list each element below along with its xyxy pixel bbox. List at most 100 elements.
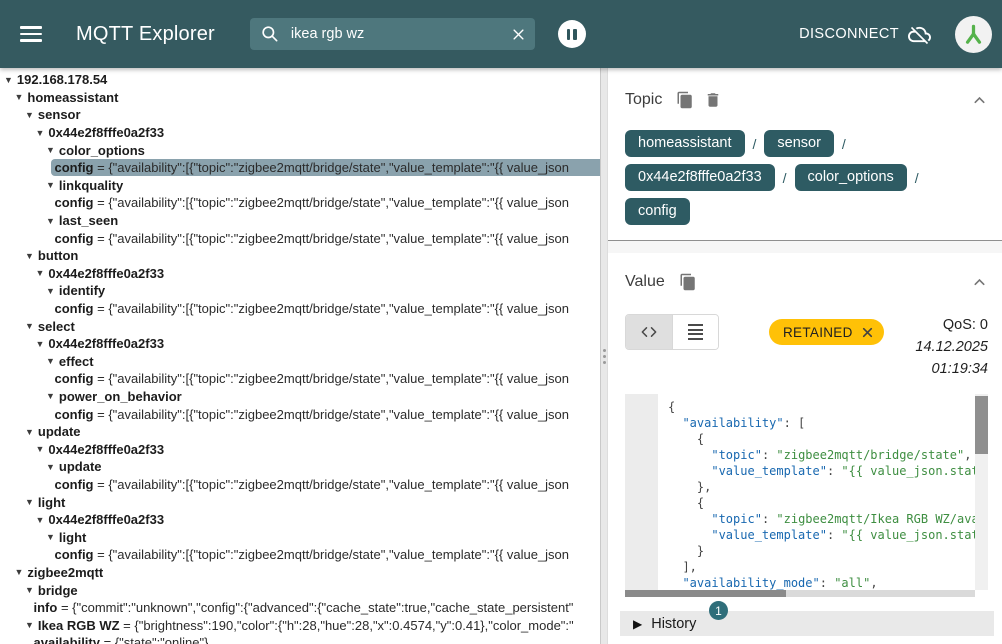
- topic-segment-chip[interactable]: color_options: [795, 164, 907, 191]
- collapse-triangle-icon[interactable]: ▼: [36, 444, 45, 454]
- horizontal-scrollbar[interactable]: [625, 590, 975, 597]
- tree-node-value: {"state":"online"}: [115, 635, 209, 644]
- collapse-triangle-icon[interactable]: ▼: [25, 110, 34, 120]
- equals-separator: =: [120, 618, 135, 633]
- tree-node-label: config: [55, 231, 94, 246]
- collapse-triangle-icon[interactable]: ▼: [46, 286, 55, 296]
- tree-row[interactable]: config = {"availability":[{"topic":"zigb…: [0, 159, 600, 177]
- code-content: { "availability": [ { "topic": "zigbee2m…: [658, 394, 975, 590]
- tree-row[interactable]: availability = {"state":"online"}: [0, 634, 600, 644]
- tree-node-value: {"commit":"unknown","config":{"advanced"…: [72, 600, 573, 615]
- breadcrumb-separator: /: [753, 136, 757, 152]
- search-input[interactable]: [291, 26, 511, 42]
- remove-retained-icon[interactable]: [861, 326, 874, 339]
- vertical-scrollbar-thumb[interactable]: [975, 396, 988, 454]
- tree-row[interactable]: ▼0x44e2f8fffe0a2f33: [0, 440, 600, 458]
- topic-segment-chip[interactable]: sensor: [764, 130, 834, 157]
- tree-row[interactable]: config = {"availability":[{"topic":"zigb…: [0, 194, 600, 212]
- collapse-triangle-icon[interactable]: ▼: [46, 356, 55, 366]
- collapse-triangle-icon[interactable]: ▼: [25, 620, 34, 630]
- tree-row[interactable]: ▼0x44e2f8fffe0a2f33: [0, 124, 600, 142]
- code-line: "availability_mode": "all",: [668, 575, 975, 590]
- vertical-scrollbar[interactable]: [975, 394, 988, 590]
- tree-row[interactable]: config = {"availability":[{"topic":"zigb…: [0, 476, 600, 494]
- collapse-triangle-icon[interactable]: ▼: [25, 321, 34, 331]
- topic-section: Topic: [608, 68, 1002, 240]
- pause-button[interactable]: [558, 20, 586, 48]
- tree-node-value: {"availability":[{"topic":"zigbee2mqtt/b…: [108, 301, 569, 316]
- tree-node-label: config: [55, 477, 94, 492]
- tree-row[interactable]: ▼update: [0, 423, 600, 441]
- tree-row[interactable]: ▼zigbee2mqtt: [0, 564, 600, 582]
- horizontal-scrollbar-thumb[interactable]: [625, 590, 786, 597]
- tree-row[interactable]: ▼light: [0, 528, 600, 546]
- topic-segment-chip[interactable]: homeassistant: [625, 130, 745, 157]
- collapse-triangle-icon[interactable]: ▼: [46, 216, 55, 226]
- collapse-triangle-icon[interactable]: ▼: [25, 427, 34, 437]
- delete-topic-button[interactable]: [704, 91, 722, 109]
- tree-row[interactable]: ▼0x44e2f8fffe0a2f33: [0, 511, 600, 529]
- collapse-triangle-icon[interactable]: ▼: [46, 532, 55, 542]
- code-view-button[interactable]: [626, 315, 672, 349]
- tree-node-label: identify: [59, 283, 105, 298]
- tree-row[interactable]: ▼192.168.178.54: [0, 71, 600, 89]
- tree-row[interactable]: config = {"availability":[{"topic":"zigb…: [0, 546, 600, 564]
- collapse-value-button[interactable]: [971, 274, 988, 291]
- panel-splitter[interactable]: [600, 68, 608, 644]
- tree-row[interactable]: config = {"availability":[{"topic":"zigb…: [0, 405, 600, 423]
- collapse-triangle-icon[interactable]: ▼: [25, 585, 34, 595]
- tree-node-label: config: [55, 160, 94, 175]
- tree-row[interactable]: config = {"availability":[{"topic":"zigb…: [0, 300, 600, 318]
- tree-row[interactable]: ▼0x44e2f8fffe0a2f33: [0, 265, 600, 283]
- collapse-triangle-icon[interactable]: ▼: [36, 515, 45, 525]
- tree-row[interactable]: ▼linkquality: [0, 177, 600, 195]
- tree-node-label: 0x44e2f8fffe0a2f33: [48, 336, 164, 351]
- tree-row[interactable]: ▼select: [0, 317, 600, 335]
- tree-row[interactable]: ▼effect: [0, 353, 600, 371]
- collapse-triangle-icon[interactable]: ▼: [46, 145, 55, 155]
- history-toggle[interactable]: ▶ History 1: [620, 611, 994, 636]
- tree-row[interactable]: config = {"availability":[{"topic":"zigb…: [0, 370, 600, 388]
- topic-segment-chip[interactable]: 0x44e2f8fffe0a2f33: [625, 164, 775, 191]
- tree-row[interactable]: ▼update: [0, 458, 600, 476]
- collapse-triangle-icon[interactable]: ▼: [4, 75, 13, 85]
- collapse-triangle-icon[interactable]: ▼: [36, 128, 45, 138]
- collapse-triangle-icon[interactable]: ▼: [46, 391, 55, 401]
- disconnect-button[interactable]: DISCONNECT: [799, 23, 931, 46]
- copy-value-button[interactable]: [679, 273, 697, 291]
- tree-row[interactable]: ▼last_seen: [0, 212, 600, 230]
- collapse-triangle-icon[interactable]: ▼: [36, 268, 45, 278]
- tree-row[interactable]: ▼homeassistant: [0, 89, 600, 107]
- tree-row[interactable]: info = {"commit":"unknown","config":{"ad…: [0, 599, 600, 617]
- tree-row[interactable]: ▼color_options: [0, 141, 600, 159]
- raw-view-button[interactable]: [672, 315, 718, 349]
- tree-row[interactable]: ▼power_on_behavior: [0, 388, 600, 406]
- app-logo-button[interactable]: [955, 16, 992, 53]
- copy-topic-button[interactable]: [676, 91, 694, 109]
- tree-row[interactable]: ▼Ikea RGB WZ = {"brightness":190,"color"…: [0, 616, 600, 634]
- collapse-triangle-icon[interactable]: ▼: [25, 251, 34, 261]
- tree-row[interactable]: ▼0x44e2f8fffe0a2f33: [0, 335, 600, 353]
- search-box[interactable]: [250, 18, 535, 50]
- collapse-triangle-icon[interactable]: ▼: [15, 92, 24, 102]
- code-line: "value_template": "{{ value_json.state }…: [668, 463, 975, 479]
- topic-segment-chip[interactable]: config: [625, 198, 690, 225]
- menu-button[interactable]: [17, 20, 45, 48]
- collapse-triangle-icon[interactable]: ▼: [46, 180, 55, 190]
- tree-row[interactable]: ▼light: [0, 493, 600, 511]
- collapse-triangle-icon[interactable]: ▼: [46, 462, 55, 472]
- collapse-topic-button[interactable]: [971, 92, 988, 109]
- tree-node-label: homeassistant: [27, 90, 118, 105]
- close-icon: [511, 27, 526, 42]
- section-divider: [608, 240, 1002, 253]
- tree-row[interactable]: ▼sensor: [0, 106, 600, 124]
- retained-chip[interactable]: RETAINED: [769, 319, 884, 345]
- tree-row[interactable]: ▼bridge: [0, 581, 600, 599]
- tree-row[interactable]: ▼ identify: [0, 282, 600, 300]
- collapse-triangle-icon[interactable]: ▼: [15, 567, 24, 577]
- tree-row[interactable]: ▼button: [0, 247, 600, 265]
- tree-row[interactable]: config = {"availability":[{"topic":"zigb…: [0, 229, 600, 247]
- collapse-triangle-icon[interactable]: ▼: [25, 497, 34, 507]
- collapse-triangle-icon[interactable]: ▼: [36, 339, 45, 349]
- clear-search-button[interactable]: [511, 27, 526, 42]
